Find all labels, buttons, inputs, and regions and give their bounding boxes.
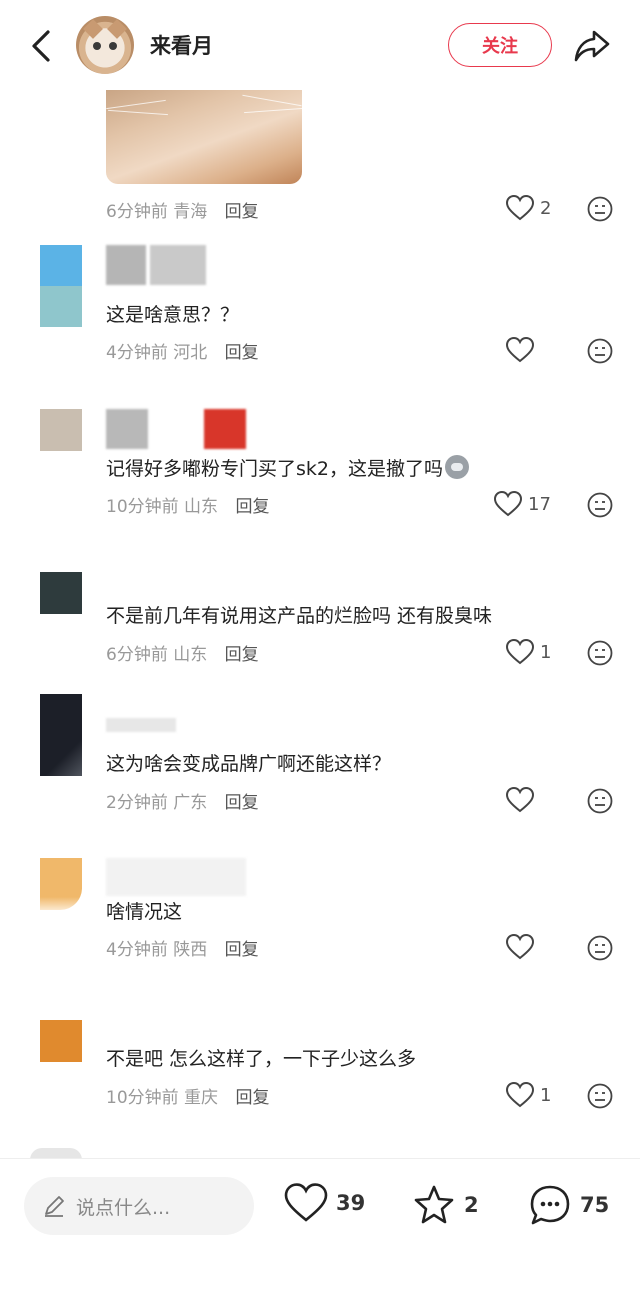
like-button[interactable] — [506, 787, 534, 813]
heart-icon — [506, 934, 534, 960]
like-post-button[interactable]: 39 — [284, 1183, 365, 1223]
reply-button[interactable]: 回复 — [225, 645, 259, 665]
top-bar: 来看月 关注 — [0, 0, 640, 90]
comment-meta: 6分钟前 山东 回复 — [106, 640, 259, 665]
reply-button[interactable]: 回复 — [225, 202, 259, 222]
like-count: 17 — [528, 493, 551, 515]
heart-icon — [506, 195, 534, 221]
comment-time: 6分钟前 — [106, 202, 168, 222]
comment-meta: 4分钟前 陕西 回复 — [106, 935, 259, 960]
comment-location: 山东 — [173, 645, 208, 665]
like-count: 2 — [540, 197, 552, 219]
comments-count: 75 — [580, 1193, 610, 1217]
commenter-name-blurred — [106, 858, 246, 896]
comment-bubble-icon — [530, 1185, 570, 1225]
commenter-avatar[interactable] — [40, 694, 82, 776]
comment-input-placeholder: 说点什么... — [76, 1196, 171, 1219]
commenter-name-blurred — [106, 409, 246, 449]
emoji-icon[interactable] — [587, 196, 613, 222]
comment-text: 记得好多嘟粉专门买了sk2，这是撤了吗 — [106, 454, 469, 481]
reply-button[interactable]: 回复 — [235, 497, 269, 517]
commenter-avatar[interactable] — [40, 572, 82, 614]
comment-location: 青海 — [173, 202, 208, 222]
comment-time: 10分钟前 — [106, 497, 179, 517]
author-avatar[interactable] — [76, 16, 134, 74]
favorite-button[interactable]: 2 — [412, 1183, 479, 1227]
reply-button[interactable]: 回复 — [225, 940, 259, 960]
comment-location: 河北 — [173, 343, 208, 363]
comment-time: 4分钟前 — [106, 343, 168, 363]
heart-icon — [506, 337, 534, 363]
comment-text: 这是啥意思？？ — [106, 304, 240, 326]
heart-icon — [494, 491, 522, 517]
reply-button[interactable]: 回复 — [235, 1088, 269, 1108]
comment-time: 4分钟前 — [106, 940, 168, 960]
comment-time: 10分钟前 — [106, 1088, 179, 1108]
comments-button[interactable]: 75 — [528, 1183, 609, 1227]
heart-icon — [506, 639, 534, 665]
comment-meta: 4分钟前 河北 回复 — [106, 338, 259, 363]
comment-meta: 10分钟前 重庆 回复 — [106, 1083, 269, 1108]
author-name[interactable]: 来看月 — [150, 30, 213, 60]
pill-face-emoji-icon — [445, 455, 469, 479]
comment-text: 不是吧 怎么这样了，一下子少这么多 — [106, 1048, 417, 1070]
reply-button[interactable]: 回复 — [225, 343, 259, 363]
emoji-icon[interactable] — [587, 338, 613, 364]
like-button[interactable]: 2 — [506, 195, 551, 221]
emoji-icon[interactable] — [587, 935, 613, 961]
comment-text: 这为啥会变成品牌广啊还能这样？ — [106, 753, 392, 775]
emoji-icon[interactable] — [587, 640, 613, 666]
reply-button[interactable]: 回复 — [225, 793, 259, 813]
emoji-icon[interactable] — [587, 1083, 613, 1109]
like-button[interactable]: 1 — [506, 1082, 551, 1108]
like-button[interactable] — [506, 337, 534, 363]
like-button[interactable]: 17 — [494, 491, 551, 517]
back-arrow-icon[interactable] — [22, 26, 62, 66]
comment-meta: 6分钟前 青海 回复 — [106, 197, 259, 222]
commenter-name-blurred — [106, 245, 206, 285]
commenter-avatar[interactable] — [40, 245, 82, 327]
comment-location: 陕西 — [173, 940, 208, 960]
emoji-icon[interactable] — [587, 492, 613, 518]
like-count: 1 — [540, 1084, 552, 1106]
comment-text: 不是前几年有说用这产品的烂脸吗 还有股臭味 — [106, 605, 493, 627]
like-button[interactable] — [506, 934, 534, 960]
commenter-avatar[interactable] — [40, 409, 82, 451]
commenter-name-blurred — [106, 718, 176, 732]
comment-image[interactable] — [106, 90, 302, 184]
heart-icon — [284, 1183, 328, 1222]
commenter-avatar[interactable] — [40, 858, 82, 910]
comment-meta: 10分钟前 山东 回复 — [106, 492, 269, 517]
pencil-icon — [45, 1196, 64, 1217]
comment-location: 山东 — [184, 497, 219, 517]
heart-icon — [506, 1082, 534, 1108]
comment-input[interactable]: 说点什么... — [24, 1177, 254, 1235]
commenter-avatar[interactable] — [40, 1020, 82, 1062]
comment-time: 6分钟前 — [106, 645, 168, 665]
emoji-icon[interactable] — [587, 788, 613, 814]
favorites-count: 2 — [464, 1193, 479, 1217]
comment-location: 重庆 — [184, 1088, 219, 1108]
likes-count: 39 — [336, 1191, 366, 1215]
comment-location: 广东 — [173, 793, 208, 813]
star-icon — [414, 1185, 454, 1224]
heart-icon — [506, 787, 534, 813]
comment-meta: 2分钟前 广东 回复 — [106, 788, 259, 813]
like-count: 1 — [540, 641, 552, 663]
like-button[interactable]: 1 — [506, 639, 551, 665]
comment-text: 啥情况这 — [106, 901, 183, 923]
bottom-action-bar: 说点什么... 39 2 75 — [0, 1158, 640, 1307]
share-icon[interactable] — [572, 26, 612, 66]
follow-button[interactable]: 关注 — [448, 23, 552, 67]
comment-time: 2分钟前 — [106, 793, 168, 813]
